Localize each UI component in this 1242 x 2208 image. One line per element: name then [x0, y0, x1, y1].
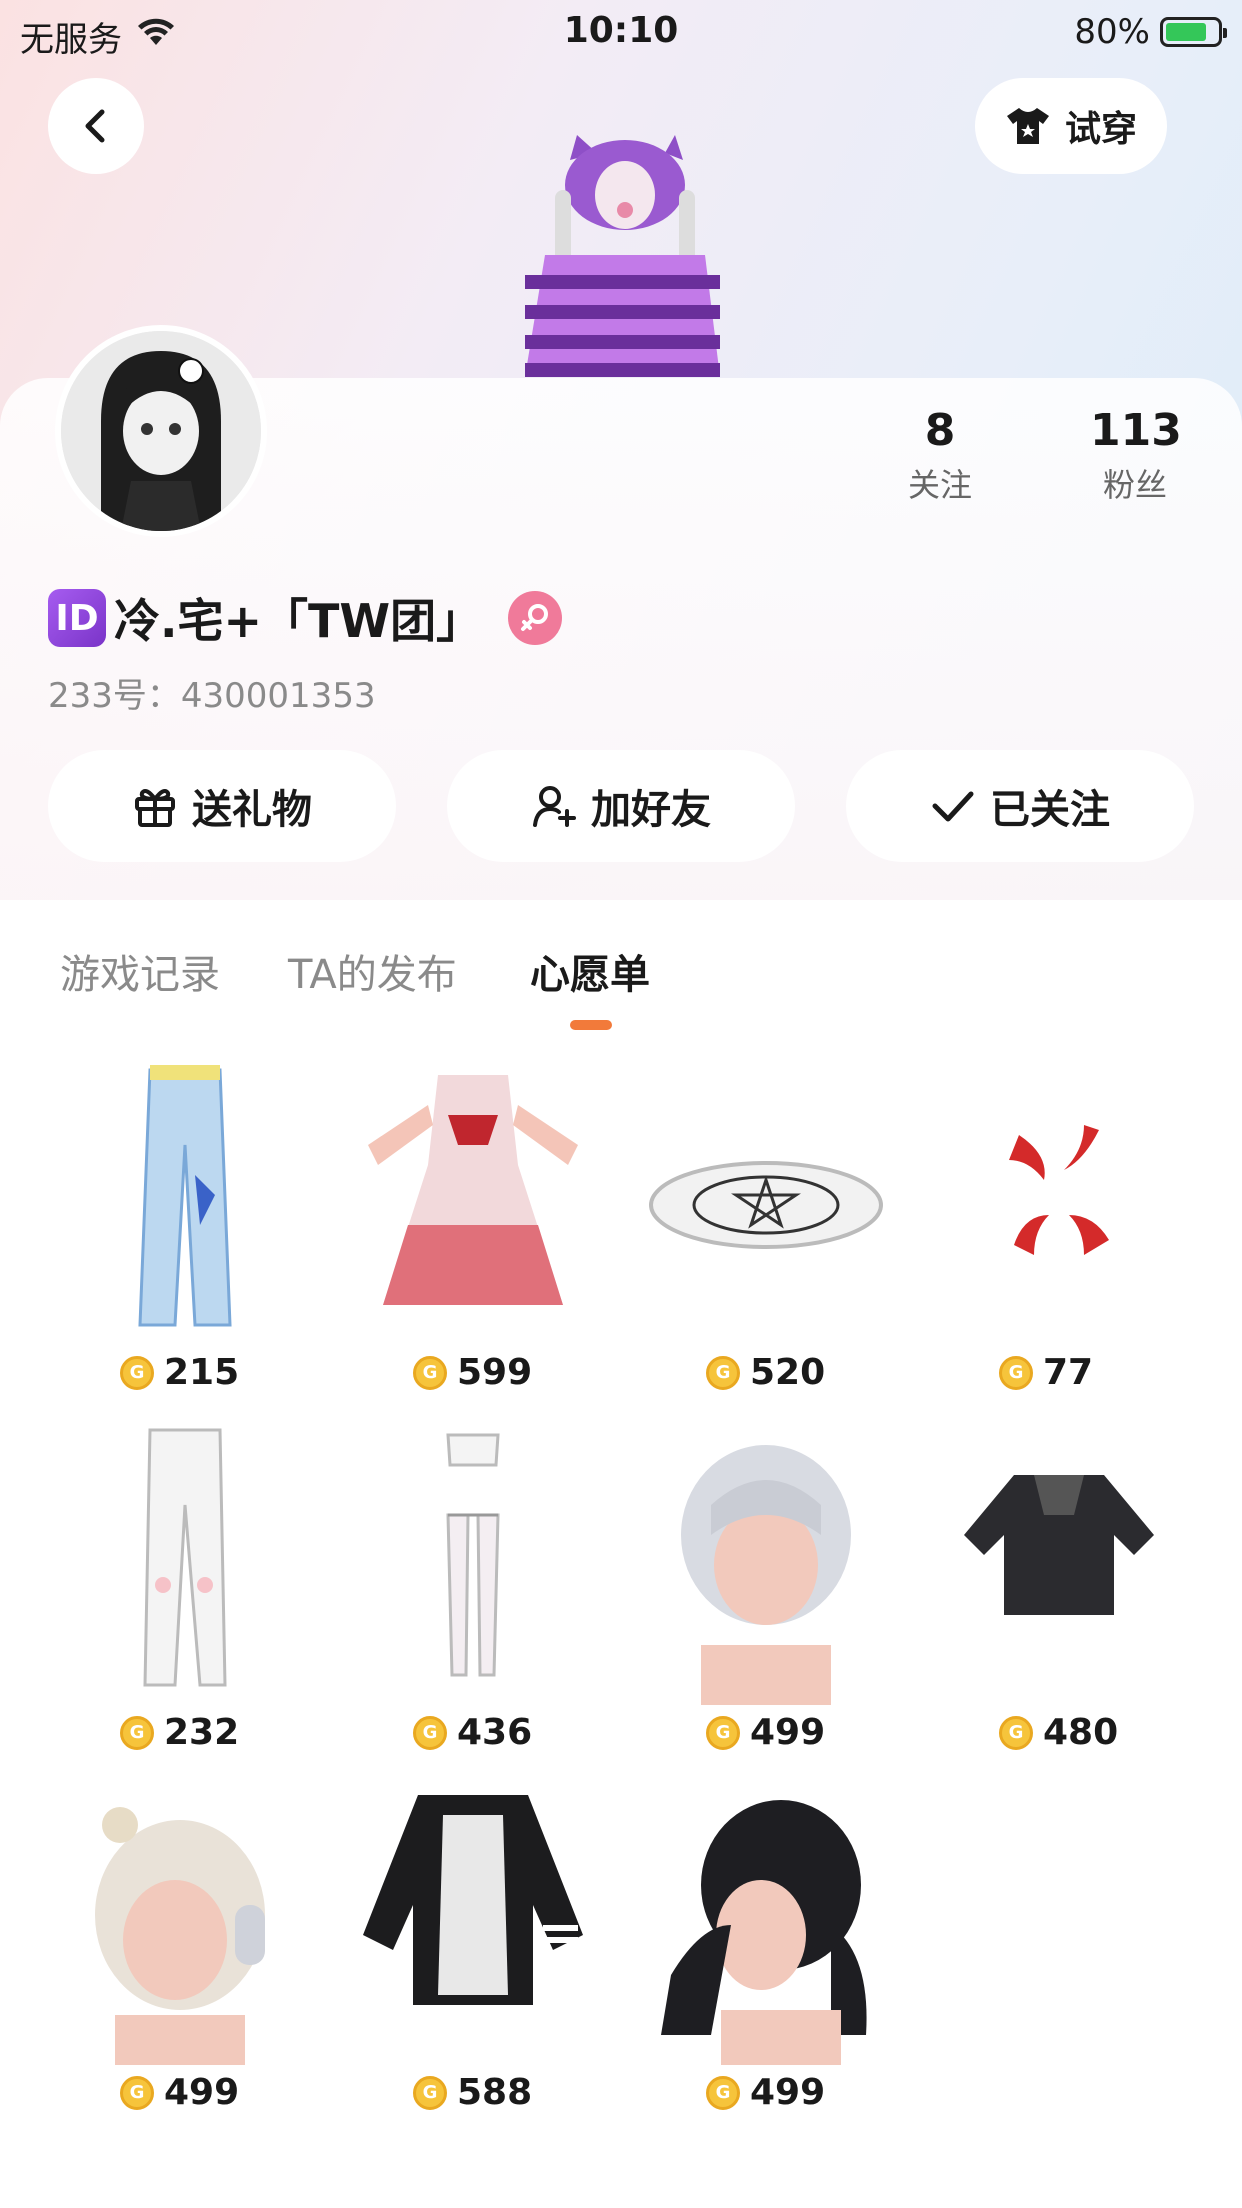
wishlist-item[interactable]: G 480 [909, 1415, 1209, 1775]
item-price: 436 [457, 1712, 533, 1753]
tab-game-records[interactable]: 游戏记录 [60, 942, 220, 1000]
add-friend-button[interactable]: 加好友 [447, 750, 795, 862]
price-tag: G 588 [413, 2072, 532, 2113]
user-id: 233号：430001353 [48, 676, 376, 716]
gift-icon [135, 789, 175, 827]
wishlist-item[interactable]: G 436 [323, 1415, 623, 1775]
item-price: 599 [457, 1352, 533, 1393]
wishlist-item[interactable]: G 232 [30, 1415, 330, 1775]
price-tag: G 520 [706, 1352, 825, 1393]
stockings-image [446, 1433, 500, 1677]
coin-icon: G [120, 2075, 154, 2110]
followed-button[interactable]: 已关注 [846, 750, 1194, 862]
following-stat[interactable]: 8 关注 [900, 405, 980, 506]
item-price: 499 [164, 2072, 240, 2113]
followers-label: 粉丝 [1102, 466, 1167, 504]
chevron-left-icon [85, 109, 105, 143]
followers-count: 113 [1090, 405, 1182, 456]
coin-icon: G [120, 1355, 154, 1390]
wishlist-item[interactable]: G 77 [909, 1055, 1209, 1415]
battery-percent: 80% [1074, 12, 1150, 52]
coin-icon: G [413, 1355, 447, 1390]
silver-hair-image [681, 1445, 851, 1705]
item-price: 215 [164, 1352, 240, 1393]
price-tag: G 232 [120, 1712, 239, 1753]
wishlist-item[interactable]: G 520 [616, 1055, 916, 1415]
black-hoodie-image [964, 1475, 1154, 1615]
wishlist-item[interactable]: G 499 [616, 1415, 916, 1775]
checkmark-icon [932, 791, 974, 822]
price-tag: G 436 [413, 1712, 532, 1753]
item-price: 499 [750, 1712, 826, 1753]
avatar[interactable] [55, 325, 267, 537]
coin-icon: G [413, 1715, 447, 1750]
item-price: 588 [457, 2072, 533, 2113]
leggings-image [143, 1428, 227, 1687]
clock: 10:10 [563, 10, 679, 51]
name-row: ID 冷.宅+「TW团」 [48, 585, 563, 651]
wishlist-item[interactable]: G 215 [30, 1055, 330, 1415]
price-tag: G 499 [120, 2072, 239, 2113]
item-price: 499 [750, 2072, 826, 2113]
battery-icon [1160, 17, 1227, 47]
tab-posts[interactable]: TA的发布 [288, 942, 457, 1000]
add-friend-label: 加好友 [591, 787, 711, 833]
send-gift-label: 送礼物 [192, 787, 312, 833]
item-price: 520 [750, 1352, 826, 1393]
coin-icon: G [120, 1715, 154, 1750]
following-label: 关注 [907, 466, 972, 504]
item-price: 480 [1043, 1712, 1119, 1753]
coin-icon: G [999, 1355, 1033, 1390]
following-count: 8 [924, 405, 956, 456]
item-price: 77 [1043, 1352, 1094, 1393]
coin-icon: G [413, 2075, 447, 2110]
id-badge: ID [48, 589, 106, 647]
price-tag: G 480 [999, 1712, 1118, 1753]
status-bar: 无服务 10:10 80% [0, 0, 1242, 60]
try-on-button[interactable]: 试穿 [975, 78, 1167, 174]
tab-wishlist[interactable]: 心愿单 [530, 942, 650, 1000]
price-tag: G 599 [413, 1352, 532, 1393]
pentagram-halo-image [649, 1161, 883, 1249]
active-tab-indicator [570, 1020, 612, 1030]
pants-image [138, 1065, 232, 1327]
profile-tabs: 游戏记录 TA的发布 心愿单 [0, 900, 1242, 1040]
printed-sweater-image [363, 1795, 583, 2005]
add-user-icon [533, 786, 576, 827]
price-tag: G 499 [706, 2072, 825, 2113]
tshirt-icon [1006, 108, 1049, 144]
female-icon [508, 591, 563, 645]
wishlist-item[interactable]: G 588 [323, 1775, 623, 2135]
price-tag: G 215 [120, 1352, 239, 1393]
user-name: 冷.宅+「TW团」 [114, 594, 483, 648]
followers-stat[interactable]: 113 粉丝 [1090, 405, 1182, 506]
wishlist-item[interactable]: G 599 [323, 1055, 623, 1415]
anger-mark-image [1009, 1125, 1109, 1255]
try-on-label: 试穿 [1064, 109, 1137, 150]
coin-icon: G [999, 1715, 1033, 1750]
item-price: 232 [164, 1712, 240, 1753]
black-twintail-hair-image [661, 1800, 867, 2065]
coin-icon: G [706, 2075, 740, 2110]
send-gift-button[interactable]: 送礼物 [48, 750, 396, 862]
wishlist-item[interactable]: G 499 [616, 1775, 916, 2135]
headphone-hair-image [95, 1807, 265, 2065]
back-button[interactable] [48, 78, 144, 174]
status-right: 80% [1074, 12, 1227, 52]
hero-character-image [525, 135, 720, 377]
coin-icon: G [706, 1715, 740, 1750]
avatar-image [61, 331, 261, 531]
coin-icon: G [706, 1355, 740, 1390]
followed-label: 已关注 [990, 787, 1110, 833]
price-tag: G 499 [706, 1712, 825, 1753]
maid-dress-image [368, 1075, 578, 1305]
price-tag: G 77 [999, 1352, 1093, 1393]
wishlist-item[interactable]: G 499 [30, 1775, 330, 2135]
